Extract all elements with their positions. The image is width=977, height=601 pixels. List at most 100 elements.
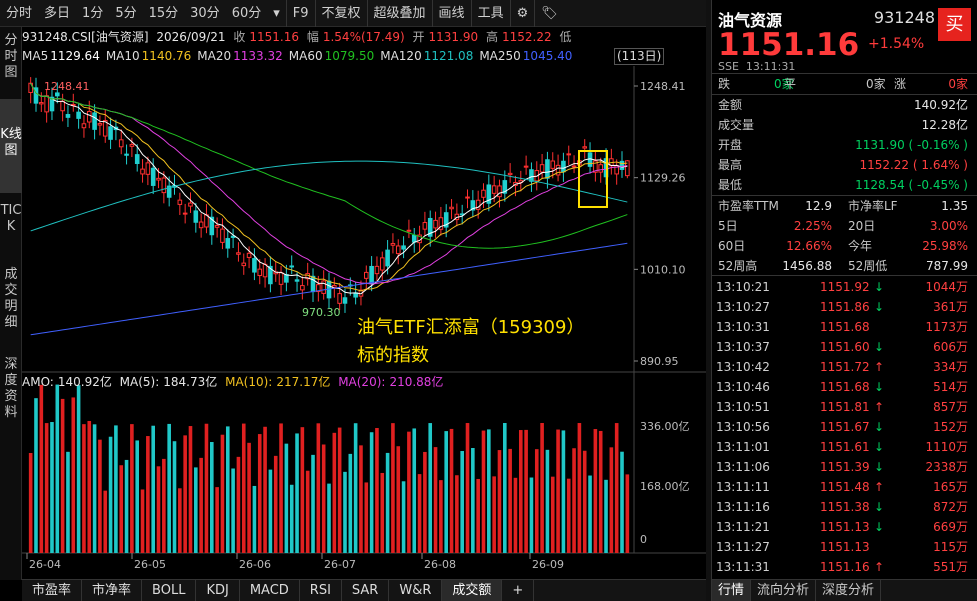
- tab-kline[interactable]: K线图: [0, 99, 22, 193]
- fund-label-2: 20日: [848, 219, 876, 233]
- index-code-right: 931248: [873, 8, 935, 27]
- volume-bar: [209, 442, 214, 553]
- candle-body: [182, 212, 188, 215]
- toolbar-item-3[interactable]: 5分: [109, 0, 142, 27]
- volume-bar: [609, 447, 614, 553]
- volume-bar: [114, 425, 118, 553]
- volume-bar: [172, 441, 177, 553]
- up-label: 涨: [894, 77, 907, 91]
- toolbar-item-9[interactable]: 不复权: [314, 0, 367, 27]
- indicator-tab-7[interactable]: W&R: [389, 580, 443, 601]
- toolbar-item-5[interactable]: 30分: [184, 0, 226, 27]
- toolbar-item-10[interactable]: 超级叠加: [366, 0, 432, 27]
- candle-body: [188, 202, 193, 207]
- indicator-tab-5[interactable]: RSI: [300, 580, 342, 601]
- tick-row: 13:10:51 1151.81 ↑ 857万: [716, 397, 968, 417]
- tab-trade-detail[interactable]: 成交明细: [0, 267, 22, 331]
- panel-tab-2[interactable]: 深度分析: [816, 580, 882, 601]
- stat-row: 金额 140.92亿: [718, 95, 968, 115]
- change-label: 幅: [306, 30, 319, 44]
- tick-volume: 857万: [933, 400, 968, 414]
- toolbar-item-0[interactable]: 分时: [0, 0, 38, 27]
- toolbar-item-12[interactable]: 工具: [470, 0, 510, 27]
- candle-body: [571, 165, 577, 168]
- breadth-row: 跌 0家 平 0家 涨 0家: [718, 74, 968, 94]
- volume-bar: [385, 452, 390, 553]
- toolbar-item-2[interactable]: 1分: [76, 0, 109, 27]
- amo-ma5-label: MA(5):: [119, 375, 160, 389]
- toolbar-item-4[interactable]: 15分: [143, 0, 185, 27]
- toolbar-item-7[interactable]: ▾: [267, 0, 286, 27]
- volume-bar: [391, 423, 395, 553]
- volume-bar: [76, 385, 81, 553]
- candle-body: [411, 234, 417, 243]
- fund-value-2: 25.98%: [922, 239, 968, 253]
- stat-row: 最高 1152.22 ( 1.64% ): [718, 155, 968, 175]
- candle-body: [550, 160, 556, 169]
- volume-bar: [332, 432, 337, 553]
- tick-time: 13:11:01: [716, 440, 770, 454]
- volume-bar: [199, 457, 203, 553]
- tick-time: 13:10:46: [716, 380, 770, 394]
- tab-depth-info[interactable]: 深度资料: [0, 357, 22, 421]
- exchange-label: SSE: [718, 60, 739, 73]
- tick-time: 13:11:27: [716, 540, 770, 554]
- day-count-badge[interactable]: (113日): [614, 48, 665, 65]
- volume-bar: [321, 444, 326, 553]
- amo-ma10-label: MA(10):: [225, 375, 273, 389]
- candle-body: [481, 189, 486, 198]
- indicator-tab-2[interactable]: BOLL: [142, 580, 197, 601]
- toolbar-item-11[interactable]: 画线: [431, 0, 471, 27]
- tick-price: 1151.13: [820, 540, 870, 554]
- toolbar-item-1[interactable]: 多日: [38, 0, 76, 27]
- indicator-tab-8[interactable]: 成交额: [442, 580, 503, 601]
- tab-intraday[interactable]: 分时图: [0, 33, 22, 81]
- panel-tab-1[interactable]: 流向分析: [751, 580, 817, 601]
- volume-bar: [582, 450, 587, 553]
- indicator-tab-0[interactable]: 市盈率: [22, 580, 83, 601]
- fund-value-2: 1.35: [941, 199, 968, 213]
- volume-bar: [561, 430, 566, 553]
- volume-bars: [28, 384, 630, 553]
- ma-value-5: 1045.40: [522, 49, 573, 63]
- volume-bar: [305, 470, 310, 553]
- toolbar-item-13[interactable]: ⚙: [509, 0, 535, 27]
- tab-tick[interactable]: TICK: [0, 203, 22, 235]
- volume-bar: [98, 439, 102, 553]
- quote-panel: 油气资源 931248 买 1151.16 +1.54% SSE 13:11:3…: [711, 0, 977, 601]
- volume-bar: [380, 472, 385, 553]
- volume-bar: [268, 469, 273, 553]
- volume-bar: [449, 428, 454, 553]
- panel-tab-0[interactable]: 行情: [712, 580, 752, 601]
- arrow-down-icon: ↓: [874, 440, 885, 454]
- tick-price: 1151.16: [820, 560, 870, 574]
- y-tick-label: 890.95: [640, 355, 679, 368]
- flat-count: 0家: [866, 77, 886, 91]
- vol-tick-label: 336.00亿: [640, 420, 690, 433]
- candle-body: [465, 196, 470, 199]
- x-tick-label: 26-05: [134, 558, 166, 571]
- candle-body: [491, 185, 497, 194]
- toolbar-item-8[interactable]: F9: [285, 0, 315, 27]
- candle-body: [566, 153, 572, 156]
- indicator-tab-1[interactable]: 市净率: [82, 580, 143, 601]
- toolbar-item-6[interactable]: 60分: [226, 0, 268, 27]
- ma-value-4: 1121.08: [423, 49, 474, 63]
- candle-body: [55, 92, 60, 97]
- volume-bar: [39, 384, 44, 553]
- volume-bar: [460, 451, 464, 553]
- volume-bar: [279, 423, 283, 553]
- buy-button[interactable]: 买: [938, 8, 971, 41]
- toolbar-item-14[interactable]: 🏷: [534, 0, 564, 27]
- ma-value-0: 1129.64: [50, 49, 100, 63]
- candle-body: [374, 265, 380, 275]
- volume-bar: [289, 484, 294, 553]
- volume-bar: [257, 434, 262, 553]
- x-tick-label: 26-08: [424, 558, 456, 571]
- indicator-tab-3[interactable]: KDJ: [196, 580, 240, 601]
- tick-price: 1151.67: [820, 420, 870, 434]
- volume-bar: [455, 475, 459, 553]
- indicator-tab-9[interactable]: +: [502, 580, 535, 601]
- indicator-tab-4[interactable]: MACD: [240, 580, 300, 601]
- indicator-tab-6[interactable]: SAR: [342, 580, 390, 601]
